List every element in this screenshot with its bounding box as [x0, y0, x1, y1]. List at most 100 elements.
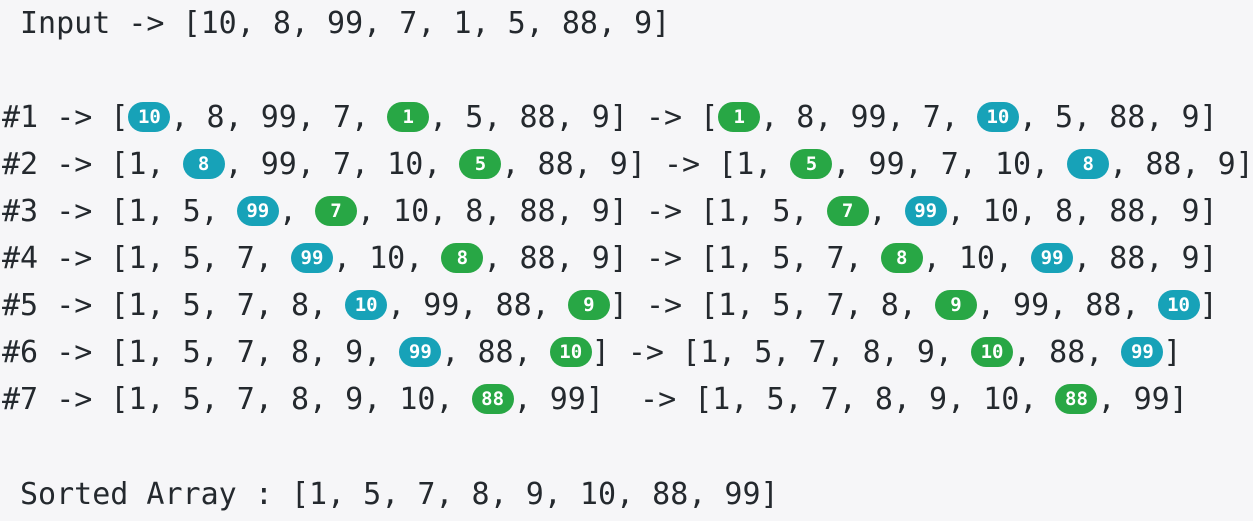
step-4-after-text: [1, 5, 7,: [700, 241, 881, 276]
input-label: Input: [20, 6, 111, 41]
step-before-array: [10, 8, 99, 7, 1, 5, 88, 9]: [110, 100, 628, 135]
step-after-array: [1, 8, 99, 7, 10, 5, 88, 9]: [700, 100, 1218, 135]
step-6-after-text: ]: [1163, 335, 1182, 370]
step-7-after-green-badge: 88: [1055, 383, 1098, 414]
step-1-before-blue-badge: 10: [128, 101, 171, 132]
step-before-array: [1, 5, 99, 7, 10, 8, 88, 9]: [110, 194, 628, 229]
step-4-before-blue-badge: 99: [291, 242, 333, 273]
input-line: Input -> [10, 8, 99, 7, 1, 5, 88, 9]: [20, 4, 670, 44]
step-6-before-text: ]: [591, 335, 610, 370]
step-after-array: [1, 5, 7, 8, 10, 99, 88, 9]: [700, 241, 1218, 276]
step-arrow: ->: [640, 382, 677, 417]
step-before-array: [1, 5, 7, 8, 10, 99, 88, 9]: [110, 288, 628, 323]
sorted-separator: :: [254, 477, 273, 512]
step-label: #3: [2, 194, 39, 229]
step-7-before-text: , 99]: [513, 382, 604, 417]
step-4-after-blue-badge: 99: [1031, 242, 1074, 273]
step-3-after-blue-badge: 99: [904, 195, 947, 226]
step-3-before-blue-badge: 99: [236, 195, 279, 226]
step-6-before-text: [1, 5, 7, 8, 9,: [110, 335, 400, 370]
step-line: #6 -> [1, 5, 7, 8, 9, 99, 88, 10] -> [1,…: [2, 333, 1181, 373]
step-5-before-green-badge: 9: [567, 289, 610, 320]
step-6-before-text: , 88,: [441, 335, 550, 370]
step-arrow: ->: [664, 147, 701, 182]
step-arrow: ->: [56, 241, 93, 276]
step-before-array: [1, 5, 7, 8, 9, 99, 88, 10]: [110, 335, 609, 370]
step-7-after-text: , 99]: [1097, 382, 1188, 417]
step-label: #4: [2, 241, 39, 276]
step-arrow: ->: [627, 335, 664, 370]
step-line: #1 -> [10, 8, 99, 7, 1, 5, 88, 9] -> [1,…: [2, 98, 1218, 138]
step-3-after-text: ,: [868, 194, 905, 229]
step-5-before-blue-badge: 10: [345, 289, 388, 320]
step-7-before-green-badge: 88: [471, 383, 514, 414]
step-3-before-text: [1, 5,: [110, 194, 237, 229]
step-2-before-green-badge: 5: [459, 148, 502, 179]
step-5-after-green-badge: 9: [934, 289, 977, 320]
step-after-array: [1, 5, 7, 8, 9, 10, 88, 99]: [694, 382, 1188, 417]
step-5-after-text: , 99, 88,: [976, 288, 1158, 323]
step-1-after-blue-badge: 10: [976, 101, 1019, 132]
step-3-after-text: , 10, 8, 88, 9]: [946, 194, 1218, 229]
step-5-before-text: [1, 5, 7, 8,: [110, 288, 346, 323]
step-line: #2 -> [1, 8, 99, 7, 10, 5, 88, 9] -> [1,…: [2, 145, 1253, 185]
step-5-after-text: [1, 5, 7, 8,: [700, 288, 935, 323]
step-label: #7: [2, 382, 39, 417]
step-6-after-green-badge: 10: [971, 336, 1014, 367]
step-3-before-text: ,: [278, 194, 315, 229]
step-3-before-text: , 10, 8, 88, 9]: [356, 194, 628, 229]
step-7-before-text: [1, 5, 7, 8, 9, 10,: [110, 382, 472, 417]
step-label: #1: [2, 100, 39, 135]
step-4-after-green-badge: 8: [880, 242, 923, 273]
step-3-after-text: [1, 5,: [700, 194, 827, 229]
step-before-array: [1, 5, 7, 8, 9, 10, 88, 99]: [110, 382, 604, 417]
step-5-before-text: ]: [609, 288, 628, 323]
step-line: #3 -> [1, 5, 99, 7, 10, 8, 88, 9] -> [1,…: [2, 192, 1218, 232]
step-arrow: ->: [645, 100, 683, 135]
step-arrow: ->: [645, 241, 683, 276]
step-arrow: ->: [56, 147, 93, 182]
step-before-array: [1, 5, 7, 99, 10, 8, 88, 9]: [110, 241, 628, 276]
step-1-before-text: , 5, 88, 9]: [429, 100, 628, 135]
sorted-array: [1, 5, 7, 8, 9, 10, 88, 99]: [290, 477, 779, 512]
step-arrow: ->: [56, 288, 93, 323]
step-1-before-green-badge: 1: [387, 101, 430, 132]
step-2-after-green-badge: 5: [790, 148, 833, 179]
step-label: #6: [2, 335, 39, 370]
step-arrow: ->: [56, 382, 93, 417]
step-6-after-text: , 88,: [1013, 335, 1122, 370]
step-line: #7 -> [1, 5, 7, 8, 9, 10, 88, 99] -> [1,…: [2, 380, 1188, 420]
step-1-before-text: , 8, 99, 7,: [170, 100, 388, 135]
sorted-label: Sorted Array: [20, 477, 237, 512]
step-label: #2: [2, 147, 39, 182]
step-3-after-green-badge: 7: [826, 195, 869, 226]
step-arrow: ->: [56, 100, 93, 135]
step-7-after-text: [1, 5, 7, 8, 9, 10,: [694, 382, 1056, 417]
step-2-before-text: , 88, 9]: [501, 147, 646, 182]
step-6-after-blue-badge: 99: [1121, 336, 1164, 367]
step-5-after-text: ]: [1199, 288, 1218, 323]
step-1-after-text: , 5, 88, 9]: [1018, 100, 1218, 135]
step-4-before-text: [1, 5, 7,: [110, 241, 291, 276]
step-line: #4 -> [1, 5, 7, 99, 10, 8, 88, 9] -> [1,…: [2, 239, 1218, 279]
step-before-array: [1, 8, 99, 7, 10, 5, 88, 9]: [110, 147, 646, 182]
step-arrow: ->: [645, 288, 683, 323]
step-6-before-blue-badge: 99: [399, 336, 442, 367]
step-5-after-blue-badge: 10: [1157, 289, 1200, 320]
input-array: [10, 8, 99, 7, 1, 5, 88, 9]: [182, 6, 671, 41]
input-arrow: ->: [128, 6, 165, 41]
step-1-after-green-badge: 1: [718, 101, 761, 132]
step-2-before-text: , 99, 7, 10,: [224, 147, 460, 182]
step-4-before-text: , 10,: [333, 241, 442, 276]
step-4-after-text: , 88, 9]: [1073, 241, 1218, 276]
step-5-before-text: , 99, 88,: [387, 288, 568, 323]
step-4-after-text: , 10,: [922, 241, 1032, 276]
step-after-array: [1, 5, 7, 8, 9, 10, 88, 99]: [682, 335, 1181, 370]
step-line: #5 -> [1, 5, 7, 8, 10, 99, 88, 9] -> [1,…: [2, 286, 1218, 326]
step-after-array: [1, 5, 99, 7, 10, 8, 88, 9]: [718, 147, 1253, 182]
step-arrow: ->: [56, 335, 93, 370]
step-1-before-text: [: [110, 100, 129, 135]
step-2-after-text: , 88, 9]: [1109, 147, 1253, 182]
step-2-after-text: [1,: [718, 147, 791, 182]
step-1-after-text: [: [700, 100, 719, 135]
